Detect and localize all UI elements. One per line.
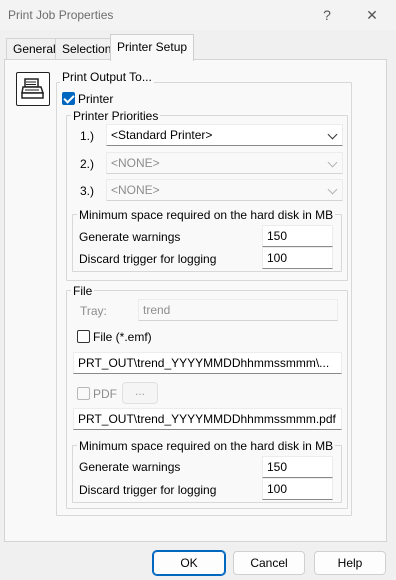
printer-warnings-label: Generate warnings bbox=[79, 230, 181, 244]
printer-priorities-legend: Printer Priorities bbox=[71, 109, 161, 123]
chevron-down-icon bbox=[327, 184, 338, 195]
chevron-down-icon bbox=[327, 157, 338, 168]
window-title: Print Job Properties bbox=[8, 8, 114, 22]
tab-strip: General Selection Printer Setup bbox=[0, 34, 396, 61]
close-icon[interactable]: ✕ bbox=[361, 4, 383, 26]
file-warnings-input[interactable]: 150 bbox=[262, 456, 333, 478]
dialog-footer: OK Cancel Help bbox=[0, 542, 396, 580]
printer-checkbox-label: Printer bbox=[78, 92, 114, 106]
priority-1-select[interactable]: <Standard Printer> bbox=[106, 124, 343, 146]
file-legend: File bbox=[71, 284, 95, 298]
tab-printer-setup[interactable]: Printer Setup bbox=[110, 34, 195, 61]
file-path-input[interactable]: PRT_OUT\trend_YYYYMMDDhhmmssmmm\... bbox=[73, 352, 342, 374]
printer-discard-input[interactable]: 100 bbox=[262, 247, 333, 269]
file-discard-label: Discard trigger for logging bbox=[79, 483, 217, 497]
printer-discard-label: Discard trigger for logging bbox=[79, 252, 217, 266]
priority-index-1: 1.) bbox=[80, 129, 95, 143]
priority-3-select[interactable]: <NONE> bbox=[106, 179, 343, 201]
pdf-checkbox-label: PDF bbox=[93, 387, 117, 401]
priority-index-3: 3.) bbox=[80, 184, 95, 198]
chevron-down-icon bbox=[327, 129, 338, 140]
file-min-space-legend: Minimum space required on the hard disk … bbox=[77, 439, 336, 453]
priority-1-value: <Standard Printer> bbox=[111, 128, 213, 142]
priority-2-select[interactable]: <NONE> bbox=[106, 152, 343, 174]
printer-icon bbox=[16, 72, 50, 106]
priority-3-value: <NONE> bbox=[111, 183, 160, 197]
file-checkbox[interactable] bbox=[77, 330, 90, 343]
printer-checkbox[interactable] bbox=[62, 92, 75, 105]
printer-warnings-input[interactable]: 150 bbox=[262, 225, 333, 247]
help-icon[interactable]: ? bbox=[316, 4, 338, 26]
tab-selection[interactable]: Selection bbox=[55, 38, 119, 60]
help-button[interactable]: Help bbox=[314, 551, 386, 575]
priority-index-2: 2.) bbox=[80, 157, 95, 171]
ok-button[interactable]: OK bbox=[152, 550, 226, 576]
file-checkbox-label: File (*.emf) bbox=[93, 330, 152, 344]
file-warnings-label: Generate warnings bbox=[79, 460, 181, 474]
pdf-checkbox[interactable] bbox=[77, 387, 90, 400]
file-discard-input[interactable]: 100 bbox=[262, 478, 333, 500]
priority-2-value: <NONE> bbox=[111, 156, 160, 170]
tray-input[interactable]: trend bbox=[138, 299, 338, 321]
tray-label: Tray: bbox=[80, 304, 107, 318]
pdf-path-input[interactable]: PRT_OUT\trend_YYYYMMDDhhmmssmmm.pdf bbox=[73, 408, 342, 430]
print-output-legend: Print Output To... bbox=[60, 70, 154, 84]
pdf-browse-button[interactable]: ... bbox=[122, 382, 158, 404]
title-bar: Print Job Properties ? ✕ bbox=[0, 0, 396, 30]
printer-min-space-legend: Minimum space required on the hard disk … bbox=[77, 208, 336, 222]
cancel-button[interactable]: Cancel bbox=[233, 551, 305, 575]
